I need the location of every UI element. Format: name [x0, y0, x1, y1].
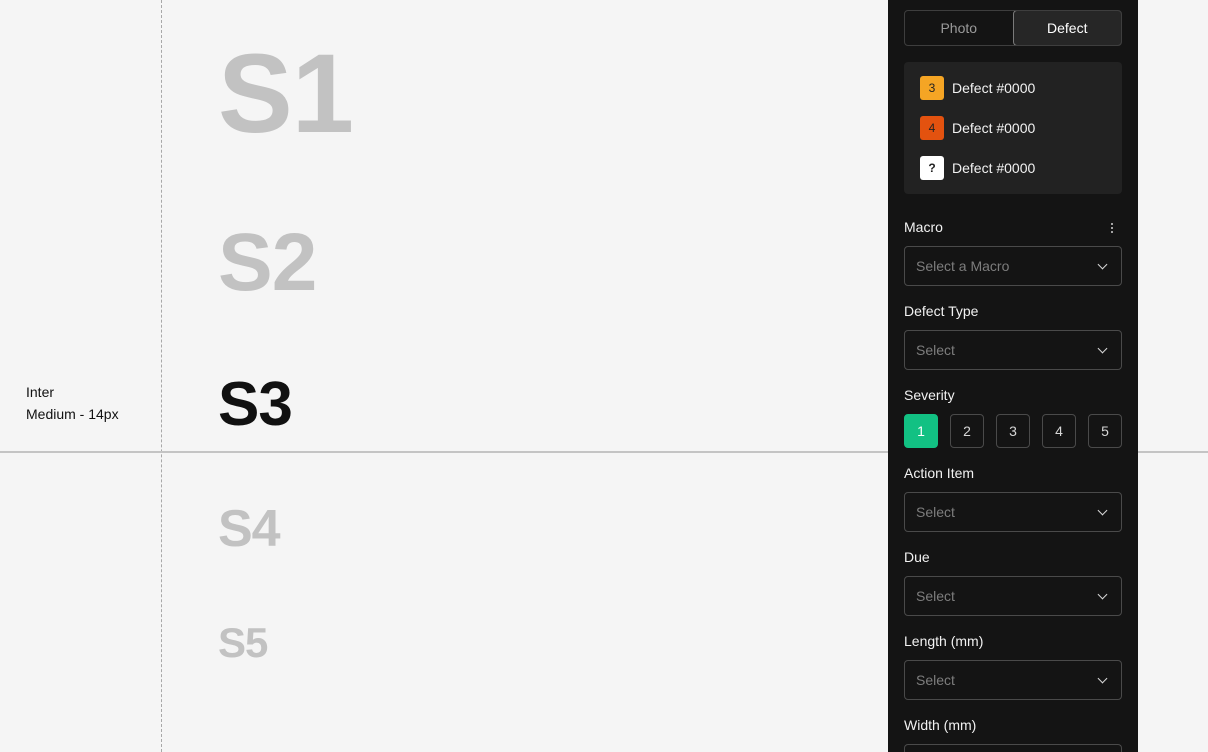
defect-item-label: Defect #0000 — [952, 160, 1036, 176]
severity-label-s1: S1 — [218, 31, 354, 156]
severity-badge: 4 — [920, 116, 944, 140]
defect-list-item[interactable]: ? Defect #0000 — [920, 156, 1035, 180]
defect-type-select[interactable]: Select — [904, 330, 1122, 370]
length-select[interactable]: Select — [904, 660, 1122, 700]
severity-option-1[interactable]: 1 — [904, 414, 938, 448]
more-vertical-icon[interactable] — [1104, 220, 1120, 236]
severity-label-s4: S4 — [218, 500, 281, 558]
guide-line-vertical — [161, 0, 162, 752]
macro-select-placeholder: Select a Macro — [916, 258, 1010, 274]
typography-note: Inter Medium - 14px — [26, 381, 119, 425]
severity-label-s3: S3 — [218, 370, 293, 439]
due-select[interactable]: Select — [904, 576, 1122, 616]
width-label: Width (mm) — [904, 717, 977, 733]
severity-option-4[interactable]: 4 — [1042, 414, 1076, 448]
defect-list-item[interactable]: 4 Defect #0000 — [920, 116, 1035, 140]
severity-badge: ? — [920, 156, 944, 180]
width-select[interactable] — [904, 744, 1122, 752]
action-item-label: Action Item — [904, 465, 975, 481]
chevron-down-icon — [1097, 343, 1108, 353]
chevron-down-icon — [1097, 259, 1108, 269]
tab-defect[interactable]: Defect — [1012, 11, 1121, 45]
length-label: Length (mm) — [904, 633, 984, 649]
severity-field-label: Severity — [904, 387, 955, 403]
chevron-down-icon — [1097, 673, 1108, 683]
defect-type-label: Defect Type — [904, 303, 979, 319]
defect-panel: Photo Defect 3 Defect #0000 4 Defect #00… — [888, 0, 1138, 752]
severity-label-s2: S2 — [218, 217, 317, 308]
severity-badge: 3 — [920, 76, 944, 100]
severity-label-s5: S5 — [218, 619, 268, 666]
font-style-label: Medium - 14px — [26, 406, 119, 422]
defect-list: 3 Defect #0000 4 Defect #0000 ? Defect #… — [904, 62, 1122, 194]
severity-option-5[interactable]: 5 — [1088, 414, 1122, 448]
tab-photo[interactable]: Photo — [905, 11, 1013, 45]
defect-type-placeholder: Select — [916, 342, 955, 358]
action-item-placeholder: Select — [916, 504, 955, 520]
due-label: Due — [904, 549, 930, 565]
severity-option-3[interactable]: 3 — [996, 414, 1030, 448]
tab-bar: Photo Defect — [904, 10, 1122, 46]
macro-select[interactable]: Select a Macro — [904, 246, 1122, 286]
due-placeholder: Select — [916, 588, 955, 604]
length-placeholder: Select — [916, 672, 955, 688]
chevron-down-icon — [1097, 505, 1108, 515]
macro-label: Macro — [904, 219, 943, 235]
defect-item-label: Defect #0000 — [952, 80, 1036, 96]
action-item-select[interactable]: Select — [904, 492, 1122, 532]
chevron-down-icon — [1097, 589, 1108, 599]
defect-list-item[interactable]: 3 Defect #0000 — [920, 76, 1035, 100]
font-family-label: Inter — [26, 384, 55, 400]
defect-item-label: Defect #0000 — [952, 120, 1036, 136]
severity-selector: 1 2 3 4 5 — [904, 414, 1122, 448]
severity-option-2[interactable]: 2 — [950, 414, 984, 448]
